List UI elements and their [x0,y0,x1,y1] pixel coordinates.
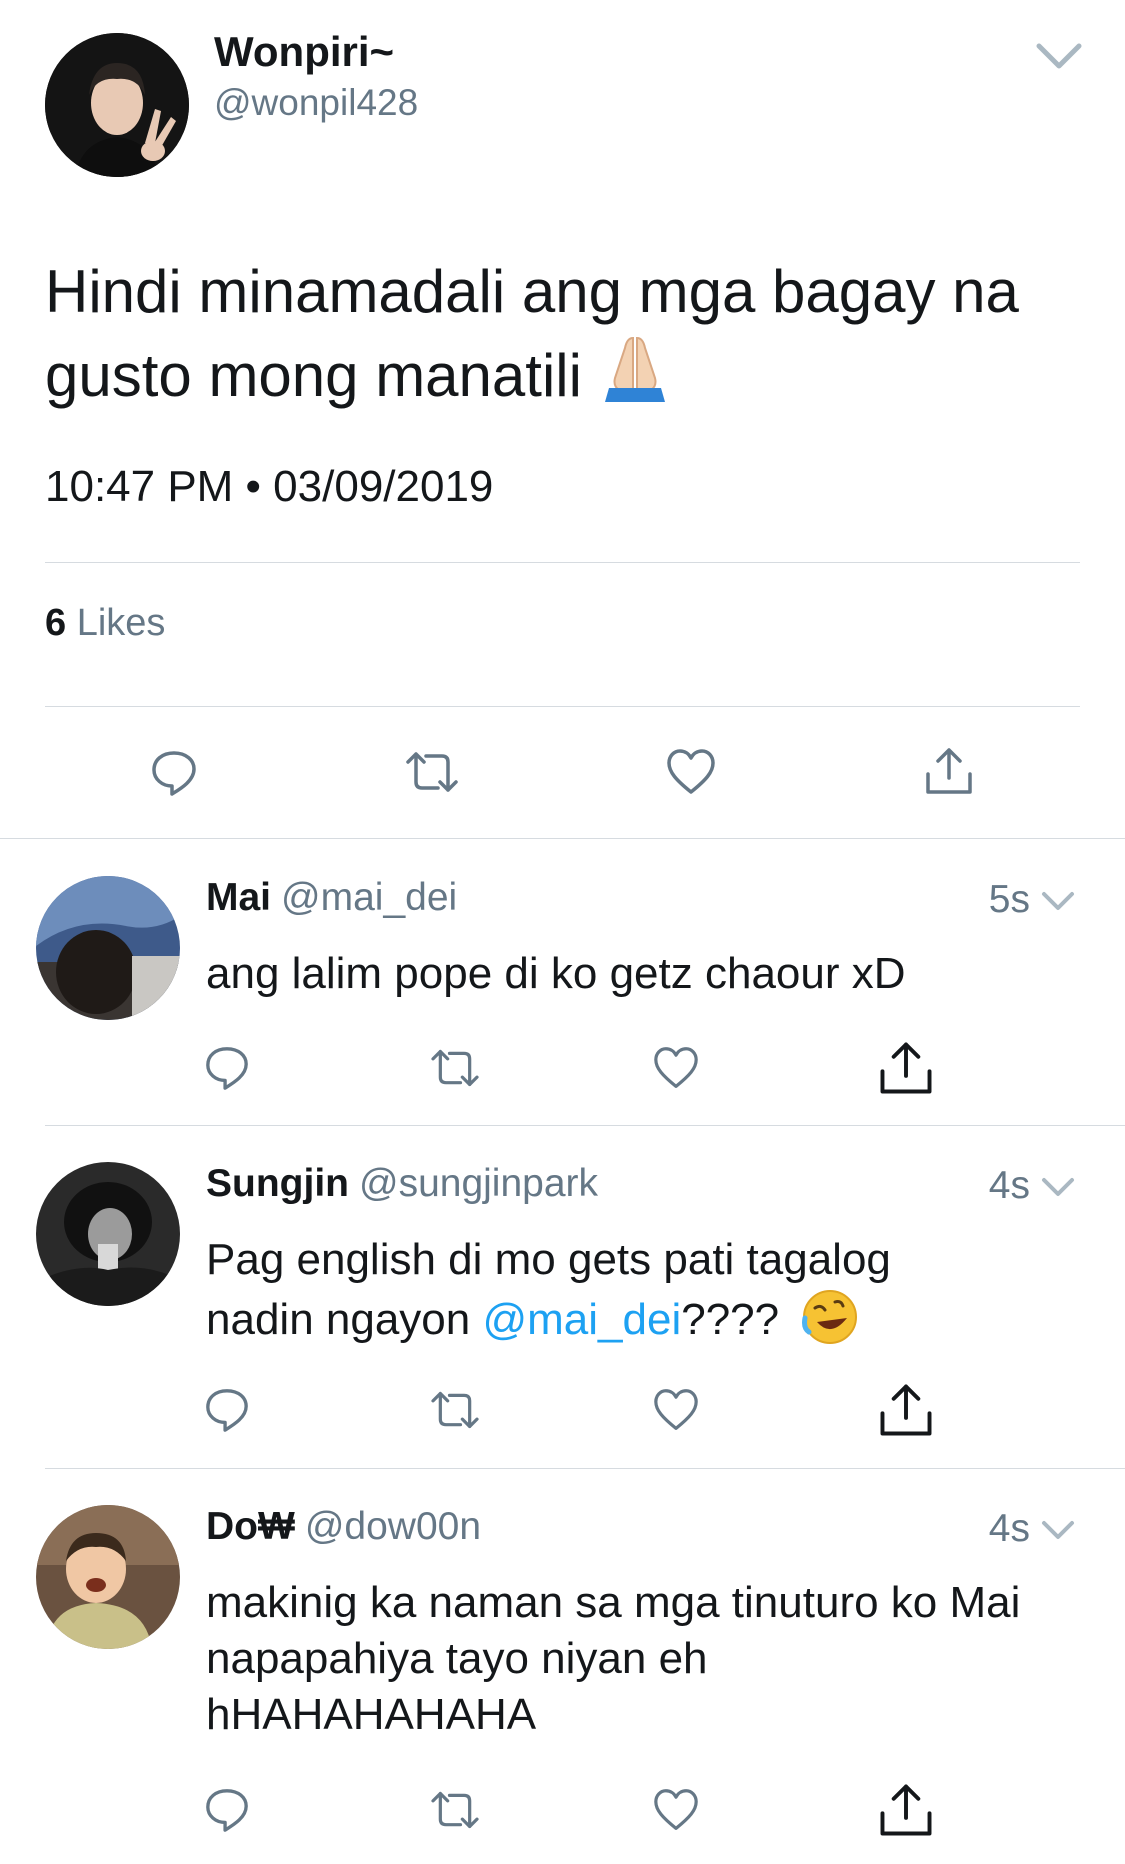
timestamp[interactable]: 4s [960,1164,1030,1208]
divider [45,706,1080,707]
reply-icon[interactable] [150,748,198,796]
reply-header: Sungjin @sungjinpark [206,1162,598,1206]
reply-text-tail: ???? [681,1295,780,1344]
like-icon[interactable] [666,748,716,796]
section-divider [0,838,1125,839]
like-icon[interactable] [652,1388,700,1432]
chevron-down-icon[interactable] [1040,1517,1076,1543]
avatar[interactable] [36,1162,180,1306]
retweet-icon[interactable] [428,1788,482,1832]
reply-text: ang lalim pope di ko getz chaour xD [206,949,906,998]
tweet-text: Hindi minamadali ang mga bagay na gusto … [45,252,1085,416]
avatar[interactable] [36,876,180,1020]
display-name[interactable]: Mai [206,876,271,919]
chevron-down-icon[interactable] [1034,38,1084,74]
display-name[interactable]: Sungjin [206,1162,349,1205]
reply-text: makinig ka naman sa mga tinuturo ko Mai … [206,1578,1021,1739]
retweet-icon[interactable] [428,1388,482,1432]
reply-text: Pag english di mo gets pati tagalog nadi… [206,1232,1006,1348]
avatar[interactable] [36,1505,180,1649]
chevron-down-icon[interactable] [1040,888,1076,914]
like-icon[interactable] [652,1788,700,1832]
divider [45,1468,1125,1469]
reply-icon[interactable] [204,1386,250,1432]
divider [45,562,1080,563]
timestamp[interactable]: 5s [960,878,1030,922]
reply-icon[interactable] [204,1044,250,1090]
chevron-down-icon[interactable] [1040,1174,1076,1200]
likes-count[interactable]: 6 Likes [45,602,165,645]
reply-header: Mai @mai_dei [206,876,457,920]
share-icon[interactable] [924,746,974,796]
share-icon[interactable] [876,1382,936,1438]
display-name[interactable]: Wonpiri~ [214,28,394,76]
handle[interactable]: @mai_dei [281,876,457,919]
tweet-timestamp[interactable]: 10:47 PM • 03/09/2019 [45,462,493,512]
handle[interactable]: @dow00n [305,1505,481,1548]
share-icon[interactable] [876,1040,936,1096]
avatar[interactable] [45,33,189,177]
rolling-laughing-emoji-icon [801,1288,859,1346]
retweet-icon[interactable] [428,1046,482,1090]
likes-label: Likes [76,602,166,644]
folded-hands-icon [599,332,671,404]
reply-header: Do₩ @dow00n [206,1505,481,1549]
share-icon[interactable] [876,1782,936,1838]
reply-icon[interactable] [204,1786,250,1832]
timestamp[interactable]: 4s [960,1507,1030,1551]
likes-number: 6 [45,602,67,644]
display-name[interactable]: Do₩ [206,1505,295,1548]
tweet-text-body: Hindi minamadali ang mga bagay na gusto … [45,258,1019,409]
retweet-icon[interactable] [404,748,460,796]
handle[interactable]: @sungjinpark [359,1162,598,1205]
like-icon[interactable] [652,1046,700,1090]
divider [45,1125,1125,1126]
handle[interactable]: @wonpil428 [214,82,418,124]
mention-link[interactable]: @mai_dei [482,1295,681,1344]
